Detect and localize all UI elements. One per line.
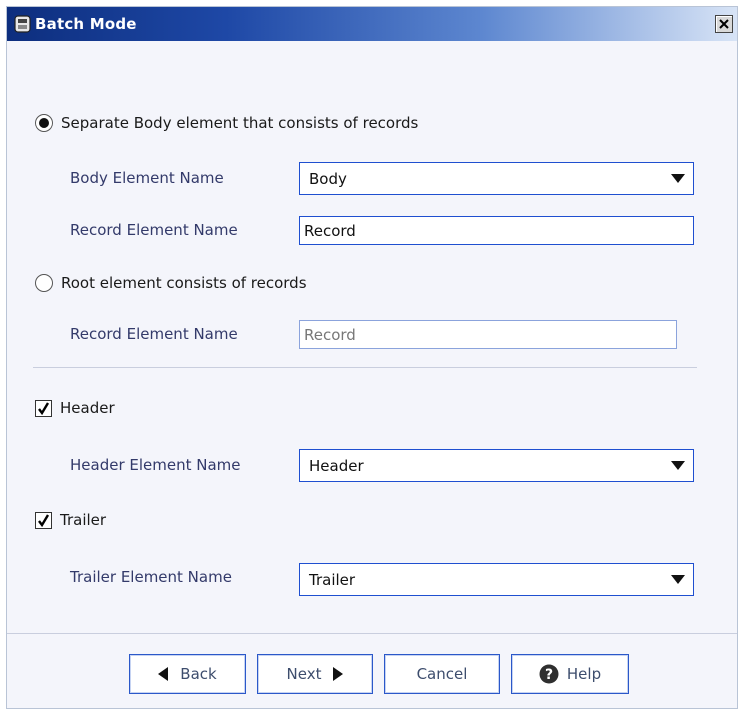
option-root-radio[interactable] [35,274,53,292]
header-label: Header [60,399,115,417]
svg-text:?: ? [545,667,553,683]
header-element-label: Header Element Name [70,456,241,474]
back-label: Back [180,665,217,683]
trailer-row[interactable]: Trailer [35,511,106,529]
option-body-row[interactable]: Separate Body element that consists of r… [35,114,418,132]
help-icon: ? [539,664,559,684]
cancel-label: Cancel [416,665,468,683]
help-button[interactable]: ? Help [511,654,629,694]
trailer-element-label: Trailer Element Name [70,568,232,586]
close-button[interactable] [715,15,733,33]
window-title: Batch Mode [35,15,137,33]
body-element-label: Body Element Name [70,169,224,187]
triangle-left-icon [158,667,169,681]
record-element-label: Record Element Name [70,221,238,239]
option-root-row[interactable]: Root element consists of records [35,274,307,292]
record-element-input[interactable] [299,216,694,245]
cancel-button[interactable]: Cancel [384,654,500,694]
title-bar[interactable]: Batch Mode [7,7,737,41]
chevron-down-icon [663,163,693,194]
header-row[interactable]: Header [35,399,115,417]
header-checkbox[interactable] [35,399,52,417]
trailer-element-select[interactable]: Trailer [299,563,694,596]
option-root-label: Root element consists of records [61,274,307,292]
chevron-down-icon [663,450,693,481]
chevron-down-icon [663,564,693,595]
root-record-element-label: Record Element Name [70,325,238,343]
trailer-checkbox[interactable] [35,511,52,529]
option-body-radio[interactable] [35,114,53,132]
batch-mode-dialog: Batch Mode Separate Body element that co… [6,6,738,709]
wrench-icon [14,15,31,33]
footer-divider [7,633,737,634]
header-element-value: Header [309,456,364,475]
help-label: Help [566,665,602,683]
back-button[interactable]: Back [129,654,246,694]
body-element-value: Body [309,169,347,188]
next-button[interactable]: Next [257,654,373,694]
trailer-label: Trailer [60,511,107,529]
triangle-right-icon [333,667,344,681]
check-icon [38,513,50,527]
close-icon [719,19,729,29]
body-element-select[interactable]: Body [299,162,694,195]
check-icon [38,401,50,415]
option-body-label: Separate Body element that consists of r… [61,114,419,132]
header-element-select[interactable]: Header [299,449,694,482]
next-label: Next [286,665,322,683]
dialog-content: Separate Body element that consists of r… [7,41,737,626]
trailer-element-value: Trailer [309,570,356,589]
root-record-element-input[interactable] [299,320,677,349]
section-divider [33,367,697,368]
